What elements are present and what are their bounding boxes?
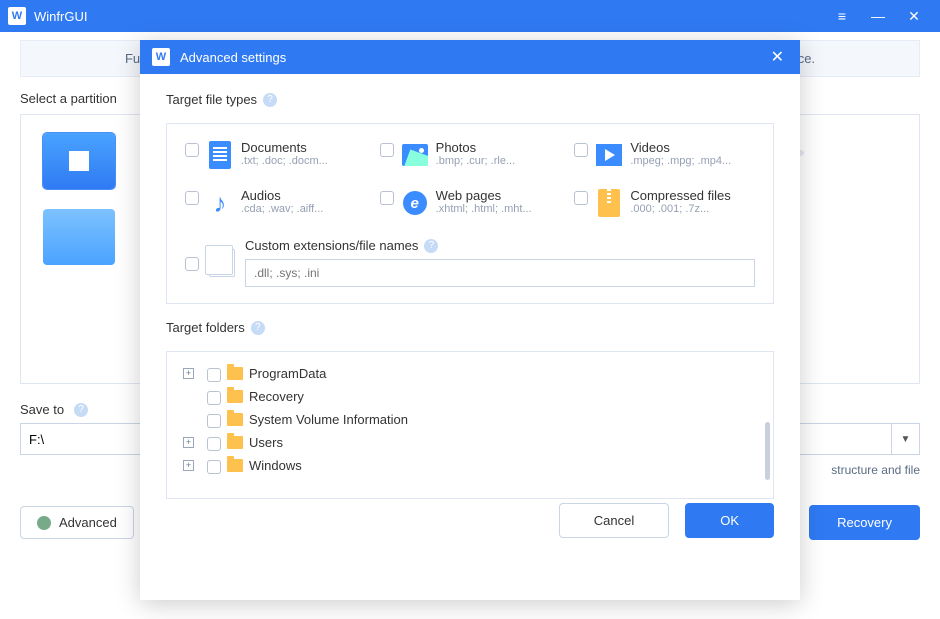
- videos-icon: [596, 140, 622, 170]
- filetype-name: Photos: [436, 140, 515, 155]
- webpages-icon: [402, 188, 428, 218]
- folder-checkbox[interactable]: [207, 460, 221, 474]
- filetype-name: Documents: [241, 140, 328, 155]
- modal-titlebar: W Advanced settings ✕: [140, 40, 800, 74]
- tree-expand-icon[interactable]: +: [183, 368, 194, 379]
- modal-close-icon[interactable]: ✕: [767, 47, 788, 67]
- save-to-label: Save to: [20, 402, 64, 417]
- app-icon: W: [8, 7, 26, 25]
- filetype-extensions: .000; .001; .7z...: [630, 203, 730, 215]
- custom-files-icon: [209, 249, 235, 277]
- target-folders-label: Target folders ?: [166, 320, 774, 335]
- drive-plain-icon: [43, 209, 115, 265]
- folder-icon: [227, 459, 243, 472]
- scrollbar-thumb[interactable]: [765, 422, 770, 480]
- app-icon: W: [152, 48, 170, 66]
- folder-icon: [227, 436, 243, 449]
- filetype-extensions: .cda; .wav; .aiff...: [241, 203, 323, 215]
- folder-icon: [227, 367, 243, 380]
- folder-checkbox[interactable]: [207, 368, 221, 382]
- folder-name: Windows: [249, 458, 302, 473]
- filetype-item: Documents.txt; .doc; .docm...: [185, 140, 366, 170]
- folder-checkbox[interactable]: [207, 391, 221, 405]
- custom-ext-input[interactable]: [245, 259, 755, 287]
- help-icon[interactable]: ?: [263, 93, 277, 107]
- folder-name: ProgramData: [249, 366, 326, 381]
- help-icon[interactable]: ?: [251, 321, 265, 335]
- filetype-name: Compressed files: [630, 188, 730, 203]
- filetype-extensions: .xhtml; .html; .mht...: [436, 203, 532, 215]
- folder-checkbox[interactable]: [207, 437, 221, 451]
- audios-icon: ♪: [207, 188, 233, 218]
- menu-icon[interactable]: ≡: [824, 0, 860, 32]
- tree-item[interactable]: +Users: [207, 431, 765, 454]
- tree-item[interactable]: +Windows: [207, 454, 765, 477]
- filetype-checkbox[interactable]: [185, 191, 199, 205]
- help-icon[interactable]: ?: [74, 403, 88, 417]
- cancel-button[interactable]: Cancel: [559, 503, 669, 538]
- filetype-item: ♪ Audios.cda; .wav; .aiff...: [185, 188, 366, 218]
- start-recovery-button[interactable]: Recovery: [809, 505, 920, 540]
- main-titlebar: W WinfrGUI ≡ — ✕: [0, 0, 940, 32]
- tree-item[interactable]: Recovery: [207, 385, 765, 408]
- filetype-item: Photos.bmp; .cur; .rle...: [380, 140, 561, 170]
- filetype-checkbox[interactable]: [380, 143, 394, 157]
- photos-icon: [402, 140, 428, 170]
- folder-name: Users: [249, 435, 283, 450]
- filetype-checkbox[interactable]: [380, 191, 394, 205]
- filetype-name: Audios: [241, 188, 323, 203]
- save-path-dropdown[interactable]: ▼: [892, 423, 920, 455]
- close-icon[interactable]: ✕: [896, 0, 932, 32]
- folder-icon: [227, 390, 243, 403]
- filetype-item: Compressed files.000; .001; .7z...: [574, 188, 755, 218]
- filetype-item: Videos.mpeg; .mpg; .mp4...: [574, 140, 755, 170]
- compressed-icon: [596, 188, 622, 218]
- custom-ext-checkbox[interactable]: [185, 257, 199, 271]
- filetype-item: Web pages.xhtml; .html; .mht...: [380, 188, 561, 218]
- filetype-name: Videos: [630, 140, 731, 155]
- custom-ext-label: Custom extensions/file names ?: [245, 238, 755, 253]
- check-icon: [37, 516, 51, 530]
- folder-icon: [227, 413, 243, 426]
- folder-tree: +ProgramDataRecoverySystem Volume Inform…: [166, 351, 774, 499]
- advanced-settings-button[interactable]: Advanced: [20, 506, 134, 539]
- tree-item[interactable]: +ProgramData: [207, 362, 765, 385]
- filetype-extensions: .mpeg; .mpg; .mp4...: [630, 155, 731, 167]
- filetype-extensions: .bmp; .cur; .rle...: [436, 155, 515, 167]
- folder-name: Recovery: [249, 389, 304, 404]
- folder-checkbox[interactable]: [207, 414, 221, 428]
- advanced-settings-modal: W Advanced settings ✕ Target file types …: [140, 40, 800, 600]
- documents-icon: [207, 140, 233, 170]
- folder-name: System Volume Information: [249, 412, 408, 427]
- drive-windows-icon: [43, 133, 115, 189]
- tree-expand-icon[interactable]: +: [183, 460, 194, 471]
- ok-button[interactable]: OK: [685, 503, 774, 538]
- filetype-checkbox[interactable]: [185, 143, 199, 157]
- app-title: WinfrGUI: [34, 9, 87, 24]
- tree-expand-icon[interactable]: +: [183, 437, 194, 448]
- target-filetypes-label: Target file types ?: [166, 92, 774, 107]
- modal-title-text: Advanced settings: [180, 50, 286, 65]
- filetype-name: Web pages: [436, 188, 532, 203]
- minimize-icon[interactable]: —: [860, 0, 896, 32]
- filetype-checkbox[interactable]: [574, 143, 588, 157]
- filetypes-box: Documents.txt; .doc; .docm... Photos.bmp;…: [166, 123, 774, 304]
- filetype-extensions: .txt; .doc; .docm...: [241, 155, 328, 167]
- help-icon[interactable]: ?: [424, 239, 438, 253]
- filetype-checkbox[interactable]: [574, 191, 588, 205]
- tree-item[interactable]: System Volume Information: [207, 408, 765, 431]
